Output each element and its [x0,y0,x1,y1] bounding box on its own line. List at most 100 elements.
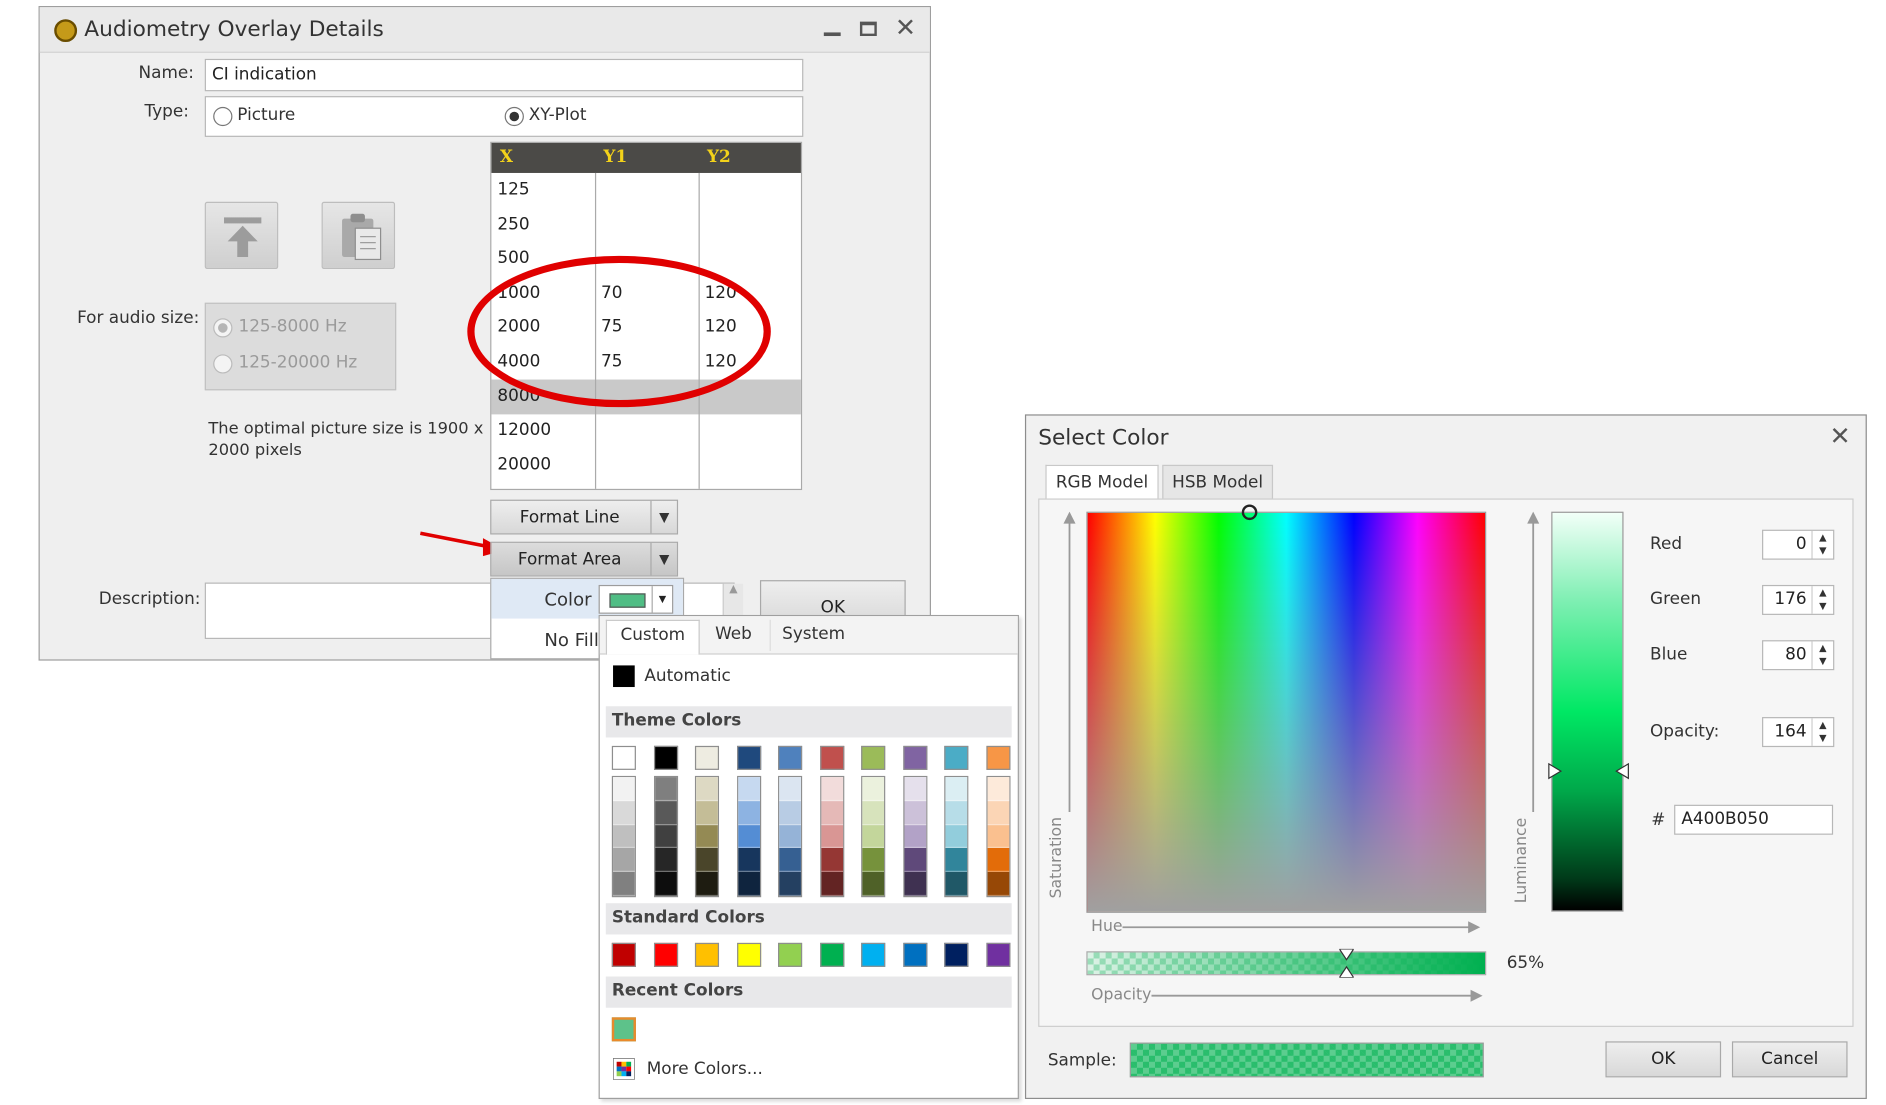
opacity-spin-arrows[interactable]: ▲ ▼ [1811,718,1833,746]
theme-color-swatch[interactable] [778,745,803,770]
tab-custom[interactable]: Custom [605,619,700,655]
color-picker-combo[interactable]: ▼ [598,584,674,614]
theme-color-shade-swatch[interactable] [862,872,885,897]
theme-color-shade-swatch[interactable] [737,824,760,849]
recent-color-swatch[interactable] [611,1017,636,1042]
theme-color-shade-swatch[interactable] [820,872,843,897]
standard-color-swatch[interactable] [736,942,761,967]
standard-color-swatch[interactable] [861,942,886,967]
upload-button[interactable] [204,201,279,270]
theme-color-shade-swatch[interactable] [945,800,968,825]
tab-system[interactable]: System [769,619,857,651]
maximize-button[interactable] [856,17,880,41]
close-button[interactable]: ✕ [895,13,919,42]
format-line-dropdown-arrow[interactable]: ▼ [650,500,676,534]
theme-color-swatch[interactable] [653,745,678,770]
theme-color-shade-swatch[interactable] [820,800,843,825]
hue-cursor[interactable] [1241,504,1258,521]
theme-color-swatch[interactable] [902,745,927,770]
opacity-slider[interactable] [1086,951,1487,976]
format-area-dropdown-arrow[interactable]: ▼ [650,542,676,576]
standard-color-swatch[interactable] [611,942,636,967]
theme-color-shade-swatch[interactable] [987,800,1009,825]
theme-color-shade-swatch[interactable] [987,777,1009,801]
theme-color-shade-swatch[interactable] [820,777,843,801]
theme-color-shade-swatch[interactable] [654,848,677,873]
standard-color-swatch[interactable] [694,942,720,967]
theme-color-swatch[interactable] [985,745,1010,770]
theme-color-shade-swatch[interactable] [945,824,968,849]
theme-color-swatch[interactable] [861,745,886,770]
theme-color-shade-swatch[interactable] [779,777,801,801]
theme-color-shade-swatch[interactable] [945,872,968,897]
table-cell[interactable]: 125 [497,180,529,199]
table-cell[interactable]: 12000 [497,421,551,440]
standard-color-swatch[interactable] [944,942,969,967]
theme-color-shade-swatch[interactable] [779,800,801,825]
theme-color-shade-swatch[interactable] [862,848,885,873]
theme-color-shade-swatch[interactable] [654,800,677,825]
theme-color-shade-swatch[interactable] [696,777,718,801]
select-color-cancel-button[interactable]: Cancel [1731,1041,1848,1078]
green-input[interactable]: 176 ▲ ▼ [1762,584,1835,615]
table-cell[interactable]: 20000 [497,455,551,474]
standard-color-swatch[interactable] [985,942,1010,967]
theme-color-shade-swatch[interactable] [987,824,1009,849]
theme-color-shade-swatch[interactable] [696,872,718,897]
theme-color-shade-swatch[interactable] [903,872,926,897]
color-combo-arrow[interactable]: ▼ [651,586,672,613]
theme-color-shade-swatch[interactable] [696,800,718,825]
opacity-slider-thumb[interactable] [1337,948,1355,979]
luminance-slider[interactable] [1551,511,1624,912]
theme-color-shade-swatch[interactable] [737,848,760,873]
theme-color-shade-swatch[interactable] [779,848,801,873]
opacity-input[interactable]: 164 ▲ ▼ [1762,717,1835,748]
theme-color-shade-swatch[interactable] [654,824,677,849]
theme-color-shade-swatch[interactable] [613,824,635,849]
hue-saturation-picker[interactable] [1086,511,1487,913]
theme-color-swatch[interactable] [819,745,844,770]
theme-color-swatch[interactable] [611,745,636,770]
green-spin-arrows[interactable]: ▲ ▼ [1811,586,1833,614]
theme-color-shade-swatch[interactable] [737,872,760,897]
select-color-close-icon[interactable]: ✕ [1829,422,1850,451]
audio-size-20000-radio[interactable] [213,354,233,374]
hex-input[interactable]: A400B050 [1674,804,1834,835]
blue-spin-arrows[interactable]: ▲ ▼ [1811,641,1833,670]
format-area-button[interactable]: Format Area ▼ [490,541,679,577]
table-cell[interactable]: 500 [497,249,529,268]
table-cell[interactable]: 250 [497,215,529,234]
theme-color-swatch[interactable] [944,745,969,770]
theme-color-shade-swatch[interactable] [903,848,926,873]
tab-rgb-model[interactable]: RGB Model [1045,464,1159,500]
theme-color-shade-swatch[interactable] [862,800,885,825]
audio-size-8000-radio[interactable] [213,318,233,338]
theme-color-shade-swatch[interactable] [820,824,843,849]
theme-color-shade-swatch[interactable] [613,777,635,801]
theme-color-shade-swatch[interactable] [779,824,801,849]
tab-hsb-model[interactable]: HSB Model [1162,464,1274,500]
select-color-ok-button[interactable]: OK [1605,1041,1722,1078]
theme-color-shade-swatch[interactable] [945,777,968,801]
standard-color-swatch[interactable] [653,942,678,967]
theme-color-shade-swatch[interactable] [696,824,718,849]
type-picture-radio[interactable] [213,106,233,127]
theme-color-shade-swatch[interactable] [987,872,1009,897]
theme-color-shade-swatch[interactable] [696,848,718,873]
theme-color-swatch[interactable] [736,745,761,770]
automatic-label[interactable]: Automatic [644,667,730,686]
standard-color-swatch[interactable] [819,942,844,967]
theme-color-shade-swatch[interactable] [862,824,885,849]
luminance-slider-thumb[interactable] [1546,761,1630,780]
theme-color-shade-swatch[interactable] [737,777,760,801]
red-spin-arrows[interactable]: ▲ ▼ [1811,530,1833,559]
type-xyplot-radio[interactable] [504,106,524,127]
theme-color-shade-swatch[interactable] [779,872,801,897]
standard-color-swatch[interactable] [778,942,803,967]
theme-color-shade-swatch[interactable] [820,848,843,873]
automatic-color-swatch[interactable] [613,665,635,688]
theme-color-shade-swatch[interactable] [987,848,1009,873]
theme-color-shade-swatch[interactable] [903,800,926,825]
theme-color-shade-swatch[interactable] [737,800,760,825]
no-fill-menu-item[interactable]: No Fill [544,629,598,651]
